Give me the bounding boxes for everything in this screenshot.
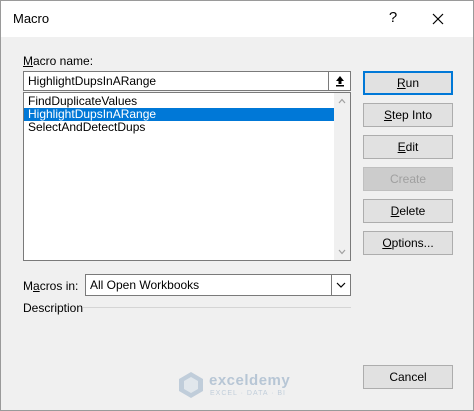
- exceldemy-watermark: exceldemy EXCEL · DATA · BI: [177, 369, 307, 403]
- watermark-tagline: EXCEL · DATA · BI: [210, 390, 286, 397]
- chevron-down-icon: [336, 282, 346, 288]
- macro-dialog: Macro ? Macro name: FindDuplicateValues …: [0, 0, 474, 411]
- delete-button[interactable]: Delete: [363, 199, 453, 223]
- run-button[interactable]: Run: [363, 71, 453, 95]
- list-item-selectanddetectdups[interactable]: SelectAndDetectDups: [24, 121, 334, 134]
- options-button[interactable]: Options...: [363, 231, 453, 255]
- step-into-button[interactable]: Step Into: [363, 103, 453, 127]
- description-label: Description: [23, 301, 84, 315]
- title-bar: Macro ?: [1, 1, 473, 37]
- scroll-down-icon[interactable]: [338, 249, 346, 255]
- macro-list-items: FindDuplicateValues HighlightDupsInARang…: [24, 95, 334, 134]
- watermark-brand: exceldemy: [209, 372, 291, 389]
- macros-in-dropdown-button[interactable]: [331, 275, 350, 295]
- help-button[interactable]: ?: [382, 7, 404, 29]
- scroll-up-icon[interactable]: [338, 98, 346, 104]
- macros-in-label: Macros in:: [23, 279, 79, 293]
- close-icon: [432, 13, 444, 25]
- macro-list[interactable]: FindDuplicateValues HighlightDupsInARang…: [23, 92, 351, 261]
- create-button: Create: [363, 167, 453, 191]
- exceldemy-logo-icon: [179, 372, 203, 398]
- macro-list-scrollbar[interactable]: [334, 93, 350, 260]
- macro-name-label: Macro name:: [23, 54, 94, 68]
- edit-button[interactable]: Edit: [363, 135, 453, 159]
- close-button[interactable]: [425, 7, 451, 29]
- macro-name-upload-button[interactable]: [329, 71, 351, 91]
- upload-arrow-icon: [335, 76, 344, 87]
- macro-name-input[interactable]: [23, 71, 329, 91]
- macros-in-select[interactable]: All Open Workbooks: [85, 274, 351, 296]
- macros-in-value: All Open Workbooks: [90, 278, 200, 292]
- cancel-button[interactable]: Cancel: [363, 365, 453, 389]
- description-divider: [83, 307, 351, 308]
- dialog-title: Macro: [13, 11, 50, 26]
